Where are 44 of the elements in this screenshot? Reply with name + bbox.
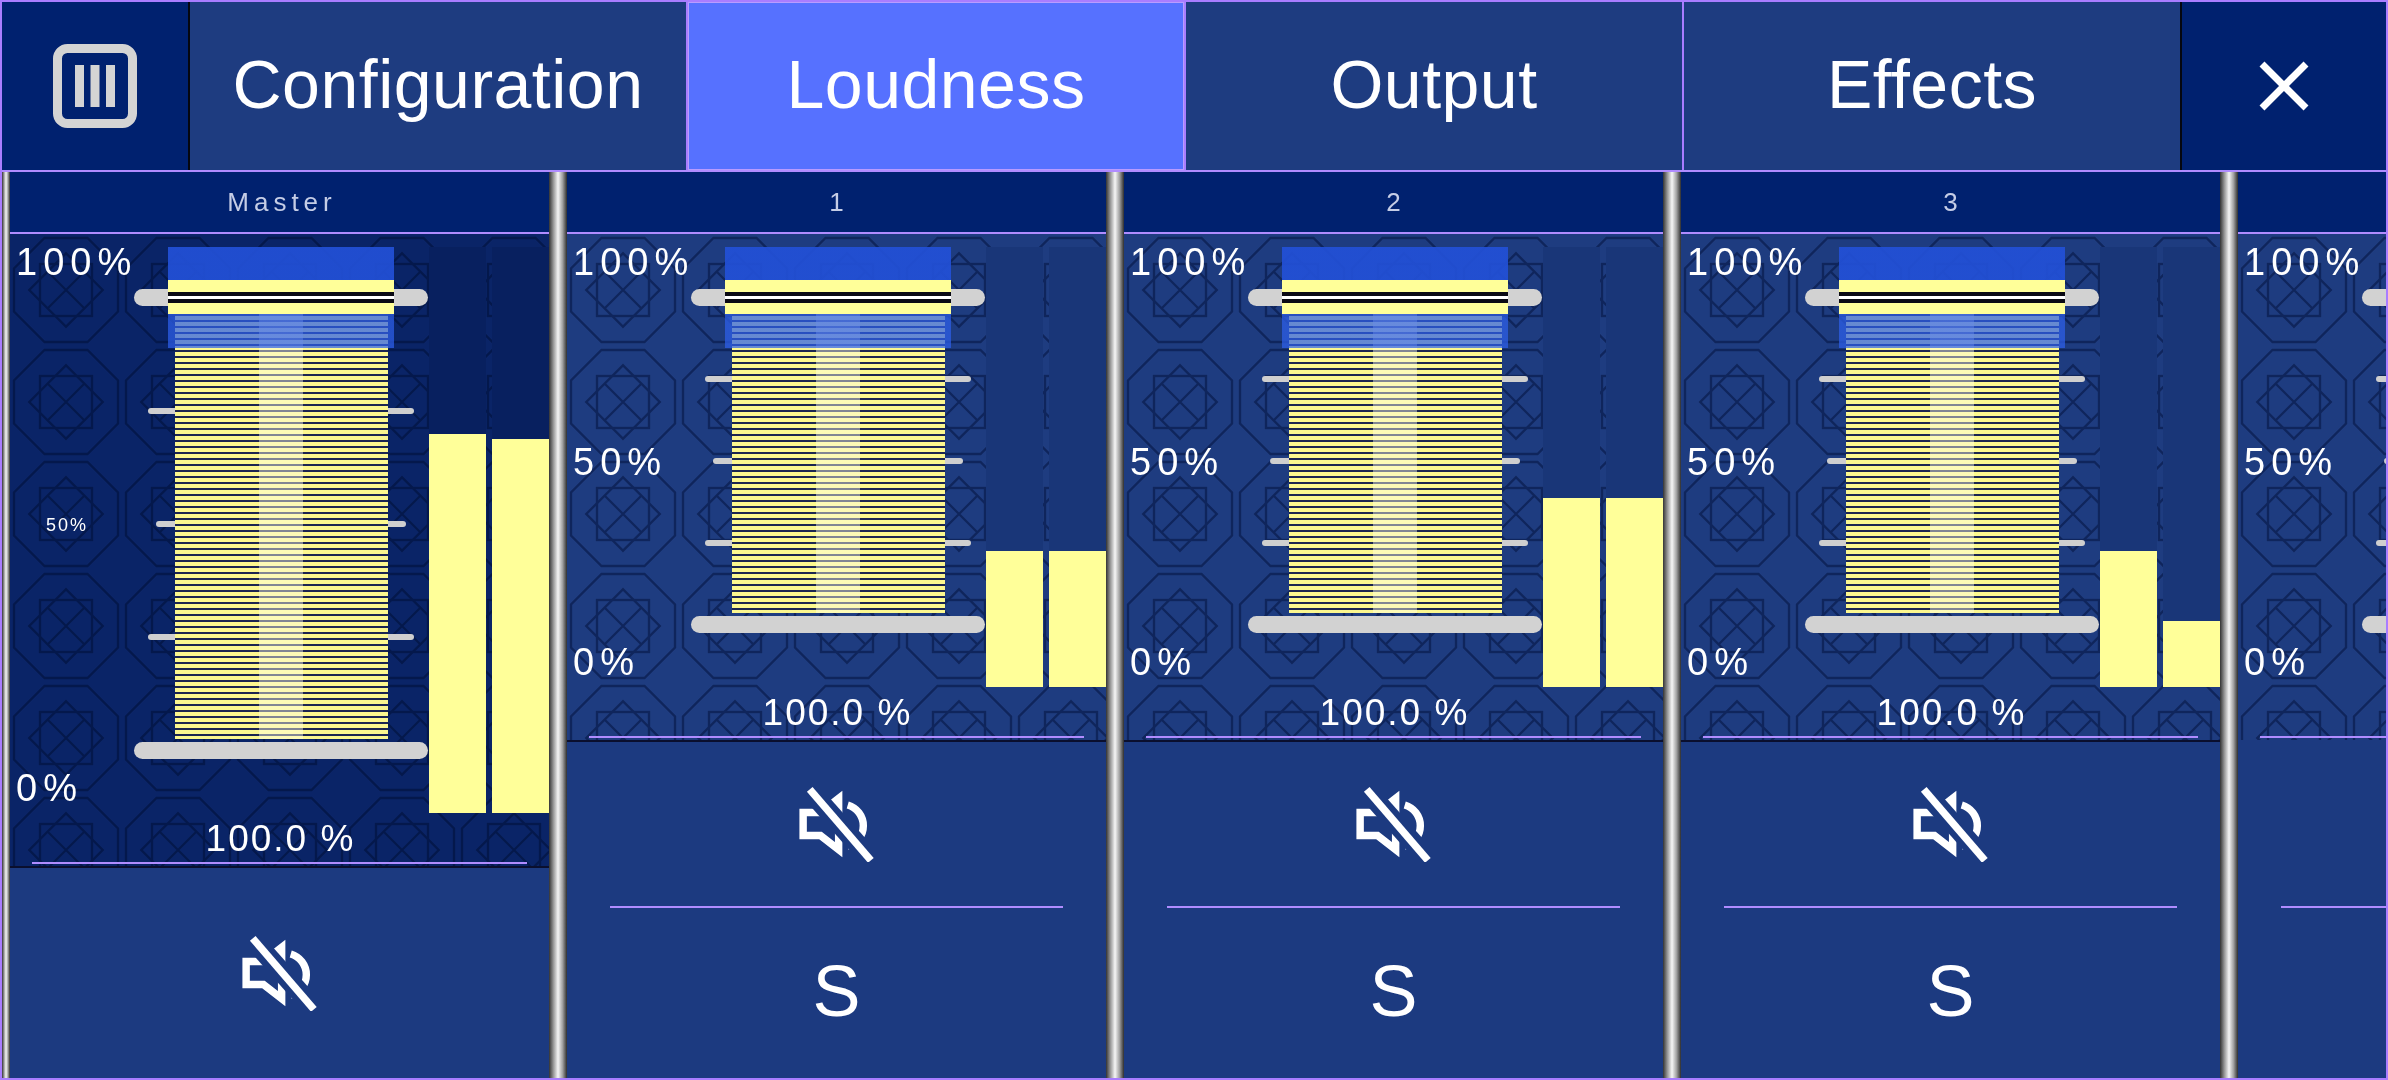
fader-knob[interactable] (725, 247, 951, 348)
scale-label: 100% (2244, 243, 2366, 281)
scale-label: 100% (573, 243, 695, 281)
track-end-cap (1248, 289, 1282, 306)
track-end-cap (394, 289, 428, 306)
scale-label: 0% (573, 643, 640, 681)
scale-label: 100% (16, 243, 138, 281)
fader-knob[interactable] (168, 247, 394, 348)
track-end-cap (951, 289, 985, 306)
close-icon (2259, 61, 2309, 111)
fader-knob[interactable] (1282, 247, 1508, 348)
fader-value: 100.0 % (1318, 691, 1471, 735)
strip-header: 1 (567, 172, 1106, 234)
tab[interactable]: Loudness (686, 2, 1184, 170)
fader-value: 100.0 % (761, 691, 914, 735)
fader-value: 100.0 % (204, 817, 357, 861)
scale-label: 0% (16, 769, 83, 807)
scale-label: 0% (2244, 643, 2311, 681)
track-end-cap (1805, 289, 1839, 306)
strip-header: 3 (1681, 172, 2220, 234)
scale-label: 50% (2244, 443, 2339, 481)
speaker-muted-icon (241, 935, 318, 1011)
view-button[interactable] (2, 2, 190, 170)
track-end-cap (2065, 289, 2099, 306)
scale-label: 50% (1687, 443, 1782, 481)
scale-label: 50% (46, 516, 89, 534)
speaker-muted-icon (1912, 786, 1989, 862)
fader-knob[interactable] (1839, 247, 2065, 348)
speaker-muted-icon (1355, 786, 1432, 862)
track-end-cap (1508, 289, 1542, 306)
scale-label: 100% (1687, 243, 1809, 281)
scale-label: 50% (573, 443, 668, 481)
scale-label: 50% (1130, 443, 1225, 481)
columns-icon (53, 44, 137, 128)
speaker-muted-icon (798, 786, 875, 862)
strip-header: 2 (1124, 172, 1663, 234)
close-button[interactable] (2180, 2, 2386, 170)
track-end-cap (691, 289, 725, 306)
track-end-cap (134, 289, 168, 306)
scale-label: 0% (1130, 643, 1197, 681)
scale-label: 100% (1130, 243, 1252, 281)
fader-value: 100.0 % (1875, 691, 2028, 735)
scale-label: 0% (1687, 643, 1754, 681)
strip-header: Master (10, 172, 549, 234)
